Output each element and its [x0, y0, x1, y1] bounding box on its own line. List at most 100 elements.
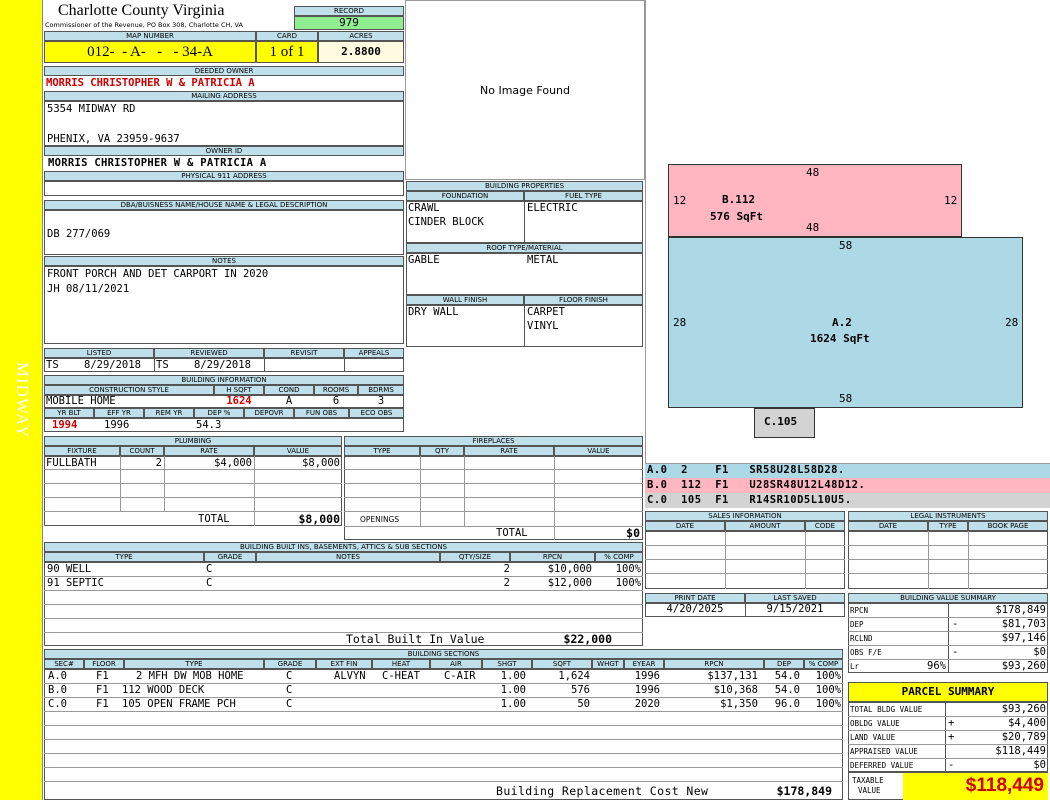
sections-h-eyear: EYEAR — [624, 659, 664, 669]
floor-finish-1: CARPET — [527, 306, 565, 318]
map-number-label: MAP NUMBER — [44, 31, 256, 41]
bdrms-value: 3 — [377, 395, 385, 407]
builtin-qty: 2 — [503, 577, 510, 589]
sketch-a-area: 1624 SqFt — [810, 332, 870, 345]
plumbing-h-fixture: FIXTURE — [44, 446, 120, 456]
sketch-a-top: 58 — [839, 239, 853, 252]
plumbing-total-label: TOTAL — [198, 513, 230, 525]
fireplaces-h-type: TYPE — [344, 446, 420, 456]
foundation-2: CINDER BLOCK — [408, 216, 484, 228]
print-date: 4/20/2025 — [666, 603, 724, 615]
reviewed-date: 8/29/2018 — [194, 359, 251, 371]
sections-h-heat: HEAT — [372, 659, 430, 669]
builtin-qty: 2 — [503, 563, 510, 575]
parcel-label: TOTAL BLDG VALUE — [850, 705, 923, 714]
legal-h-bookpage: BOOK PAGE — [968, 521, 1048, 531]
sections-h-type: TYPE — [124, 659, 264, 669]
builtin-grade: C — [206, 577, 213, 589]
listed-date: 8/29/2018 — [84, 359, 141, 371]
section-floor: F1 — [96, 670, 109, 682]
sections-h-grade: GRADE — [264, 659, 316, 669]
section-dep: 96.0 — [774, 698, 800, 710]
sections-h-comp: % COMP — [804, 659, 843, 669]
section-sec: A.0 — [48, 670, 67, 682]
county-name: Charlotte County Virginia — [58, 2, 225, 19]
rooms-label: ROOMS — [314, 385, 358, 395]
last-saved-label: LAST SAVED — [745, 593, 845, 603]
builtin-comp: 100% — [615, 563, 641, 575]
section-floor: F1 — [96, 698, 109, 710]
fireplaces-h-value: VALUE — [554, 446, 643, 456]
section-eyear: 1996 — [634, 684, 660, 696]
plumbing-value: $8,000 — [302, 457, 340, 469]
plumbing-rate: $4,000 — [214, 457, 252, 469]
builtins-h-type: TYPE — [44, 552, 204, 562]
mailing-line-2: PHENIX, VA 23959-9637 — [47, 133, 180, 145]
bvs-label: DEP — [850, 620, 864, 629]
yrblt-value: 1994 — [52, 419, 78, 431]
section-floor: F1 — [96, 684, 109, 696]
acres-value: 2.8800 — [318, 41, 404, 63]
fireplaces-total-label: TOTAL — [496, 527, 528, 539]
sales-h-amount: AMOUNT — [725, 521, 805, 531]
bvs-label: Lr — [850, 662, 860, 671]
section-dep: 54.0 — [774, 684, 800, 696]
legal-h-date: DATE — [848, 521, 928, 531]
appeals-label: APPEALS — [344, 348, 404, 358]
sections-h-air: AIR — [430, 659, 482, 669]
bvs-value: $178,849 — [995, 604, 1046, 616]
parcel-label: OBLDG VALUE — [850, 719, 900, 728]
legal-grid — [848, 531, 1048, 589]
section-shgt: 1.00 — [500, 670, 526, 682]
sketch-a-name: A.2 — [832, 316, 852, 329]
effyr-label: EFF YR — [94, 408, 144, 418]
sales-grid — [645, 531, 845, 589]
section-type: 2 MFH DW MOB HOME — [136, 670, 244, 682]
fuel-label: FUEL TYPE — [524, 191, 643, 201]
section-shgt: 1.00 — [500, 698, 526, 710]
dba-label: DBA/BUISNESS NAME/HOUSE NAME & LEGAL DES… — [44, 200, 404, 210]
legal-title: LEGAL INSTRUMENTS — [848, 511, 1048, 521]
physical-address-label: PHYSICAL 911 ADDRESS — [44, 171, 404, 181]
notes-line-2: JH 08/11/2021 — [47, 283, 130, 295]
section-rpcn: $10,368 — [713, 684, 758, 696]
parcel-summary-title: PARCEL SUMMARY — [848, 682, 1048, 702]
no-image-text: No Image Found — [480, 84, 570, 97]
roof-label: ROOF TYPE/MATERIAL — [406, 243, 643, 253]
plumbing-title: PLUMBING — [44, 436, 342, 446]
section-rpcn: $1,350 — [720, 698, 758, 710]
builtin-type: 91 SEPTIC — [47, 577, 104, 589]
sections-h-sec: SEC# — [44, 659, 84, 669]
section-sqft: 50 — [577, 698, 590, 710]
wall-finish: DRY WALL — [408, 306, 459, 318]
foundation-label: FOUNDATION — [406, 191, 524, 201]
building-properties-title: BUILDING PROPERTIES — [406, 181, 643, 191]
bvs-title: BUILDING VALUE SUMMARY — [848, 593, 1048, 603]
reviewed-label: REVIEWED — [154, 348, 264, 358]
foundation-1: CRAWL — [408, 202, 440, 214]
legend-text-c: C.0 105 F1 R14SR10D5L10U5. — [647, 494, 852, 506]
dep-label: DEP % — [194, 408, 244, 418]
section-shgt: 1.00 — [500, 684, 526, 696]
sections-h-shgt: SHGT — [482, 659, 532, 669]
bvs-label: RPCN — [850, 606, 869, 615]
section-sec: B.0 — [48, 684, 67, 696]
parcel-value: $4,400 — [1008, 717, 1046, 729]
replacement-cost: $178,849 — [776, 784, 832, 798]
effyr-value: 1996 — [104, 419, 130, 431]
builtin-rpcn: $12,000 — [547, 577, 592, 589]
sketch-b-name: B.112 — [722, 193, 756, 206]
sales-h-code: CODE — [805, 521, 845, 531]
plumbing-h-rate: RATE — [164, 446, 254, 456]
listed-label: LISTED — [44, 348, 154, 358]
owner-id: MORRIS CHRISTOPHER W & PATRICIA A — [48, 157, 267, 169]
legal-h-type: TYPE — [928, 521, 968, 531]
sections-h-dep: DEP — [764, 659, 804, 669]
builtin-comp: 100% — [615, 577, 641, 589]
sketch-a-left: 28 — [673, 316, 687, 329]
builtins-h-rpcn: RPCN — [510, 552, 595, 562]
section-rpcn: $137,131 — [707, 670, 758, 682]
rooms-value: 6 — [332, 395, 340, 407]
section-eyear: 1996 — [634, 670, 660, 682]
ecoobs-label: ECO OBS — [349, 408, 404, 418]
